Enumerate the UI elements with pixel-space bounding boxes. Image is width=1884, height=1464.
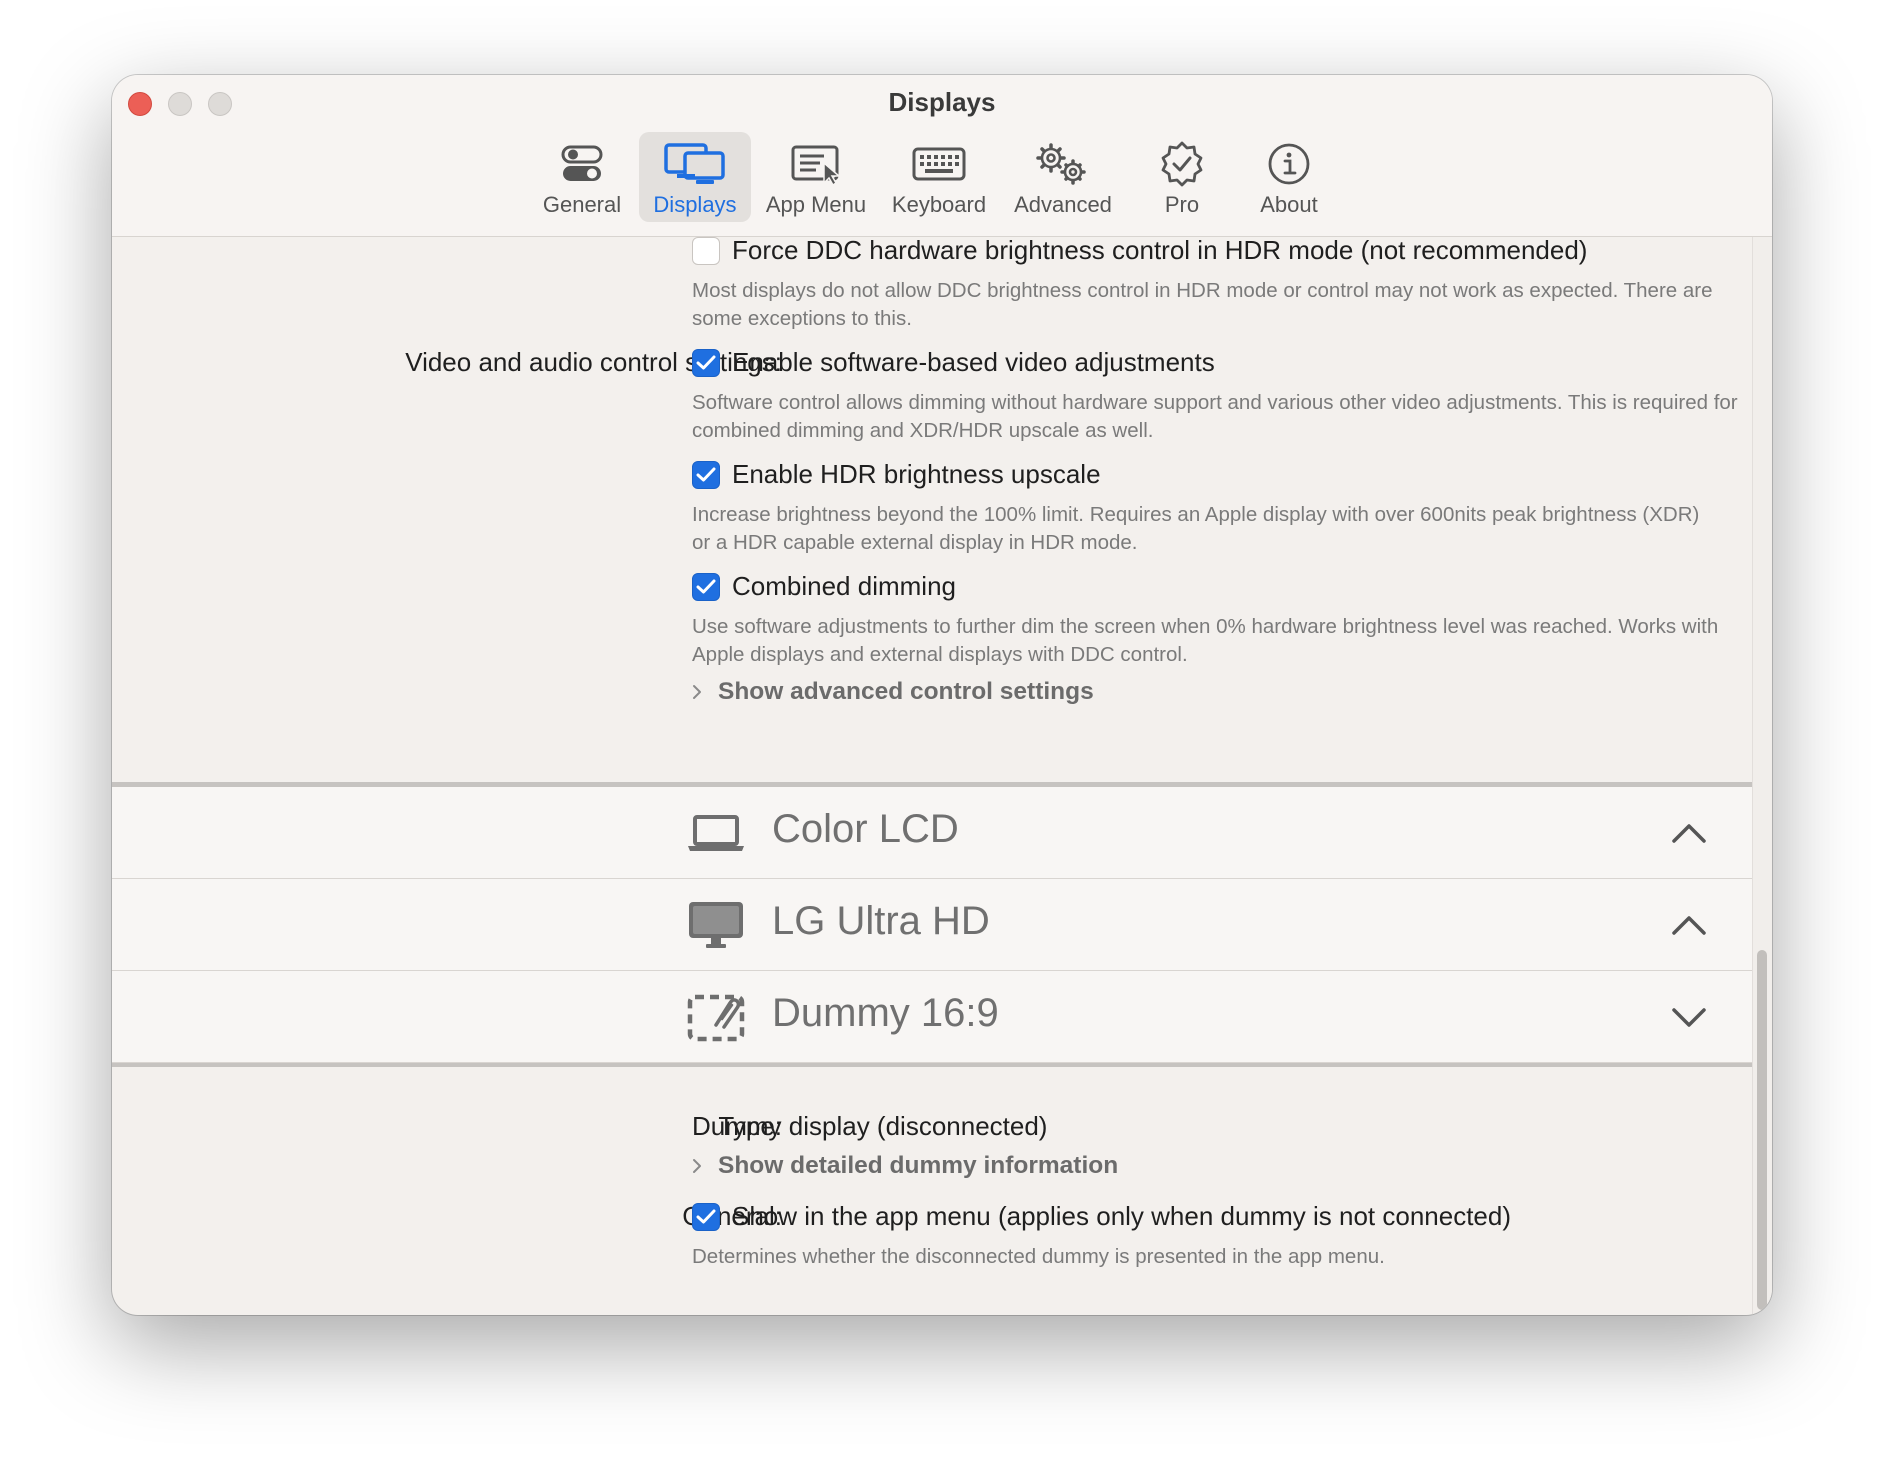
tab-keyboard-label: Keyboard [891,192,987,217]
show-advanced-control-disclosure[interactable]: Show advanced control settings [692,678,1094,706]
combined-dimming-checkbox[interactable] [692,573,720,601]
laptop-icon [686,805,746,861]
tab-general-label: General [542,192,622,217]
show-in-app-menu-label[interactable]: Show in the app menu (applies only when … [732,1201,1511,1232]
tab-app-menu[interactable]: App Menu [757,132,875,222]
show-in-app-menu-description: Determines whether the disconnected dumm… [692,1245,1385,1268]
hdr-upscale-checkbox[interactable] [692,461,720,489]
combined-dimming-description: Use software adjustments to further dim … [692,615,1719,666]
tab-about-label: About [1260,192,1318,217]
keyboard-icon [907,138,971,190]
chevron-up-icon[interactable] [1669,909,1709,941]
show-advanced-control-label: Show advanced control settings [718,678,1094,705]
monitor-icon [686,897,746,953]
display-row-lg-ultra-hd[interactable]: LG Ultra HD [112,879,1752,971]
preferences-window: Displays General Displays App Menu Keybo… [112,75,1772,1315]
chevron-up-icon[interactable] [1669,817,1709,849]
preferences-toolbar: General Displays App Menu Keyboard Advan… [112,132,1772,222]
force-ddc-description: Most displays do not allow DDC brightnes… [692,279,1713,330]
display-row-color-lcd[interactable]: Color LCD [112,787,1752,879]
tab-app-menu-label: App Menu [765,192,867,217]
tab-about[interactable]: About [1244,132,1334,222]
dummy-display-icon [686,989,746,1045]
tab-general[interactable]: General [532,132,632,222]
display-row-dummy[interactable]: Dummy 16:9 [112,971,1752,1063]
gears-icon [1031,138,1095,190]
software-video-description: Software control allows dimming without … [692,391,1738,442]
toggles-icon [550,138,614,190]
tab-displays[interactable]: Displays [639,132,751,222]
show-in-app-menu-checkbox[interactable] [692,1203,720,1231]
chevron-right-icon [692,1156,706,1176]
tab-keyboard[interactable]: Keyboard [884,132,994,222]
scrollbar-thumb[interactable] [1757,950,1767,1310]
checkmark-icon [696,467,716,482]
software-video-label[interactable]: Enable software-based video adjustments [732,347,1215,378]
force-ddc-checkbox[interactable] [692,237,720,265]
settings-content: Force DDC hardware brightness control in… [112,235,1752,1315]
checkmark-icon [696,1209,716,1224]
show-dummy-info-label: Show detailed dummy information [718,1152,1119,1179]
tab-displays-label: Displays [653,192,737,217]
checkmark-icon [696,579,716,594]
seal-check-icon [1150,138,1214,190]
tab-advanced-label: Advanced [1014,192,1112,217]
show-dummy-info-disclosure[interactable]: Show detailed dummy information [692,1152,1118,1180]
title-bar: Displays General Displays App Menu Keybo… [112,75,1772,237]
type-value: Dummy display (disconnected) [692,1111,1048,1141]
tab-pro-label: Pro [1164,192,1200,217]
force-ddc-label[interactable]: Force DDC hardware brightness control in… [732,235,1587,266]
checkmark-icon [696,355,716,370]
video-audio-row-label: Video and audio control settings: [405,347,782,377]
app-menu-icon [784,138,848,190]
chevron-down-icon[interactable] [1669,1001,1709,1033]
window-title: Displays [888,87,996,117]
display-name-lg-ultra-hd: LG Ultra HD [772,899,990,943]
displays-icon [663,138,727,190]
tab-advanced[interactable]: Advanced [1002,132,1124,222]
display-name-dummy: Dummy 16:9 [772,991,999,1035]
section-divider [112,1063,1752,1067]
info-icon [1257,138,1321,190]
chevron-right-icon [692,682,706,702]
combined-dimming-label[interactable]: Combined dimming [732,571,956,602]
tab-pro[interactable]: Pro [1137,132,1227,222]
hdr-upscale-description: Increase brightness beyond the 100% limi… [692,503,1700,554]
display-name-color-lcd: Color LCD [772,807,959,851]
hdr-upscale-label[interactable]: Enable HDR brightness upscale [732,459,1101,490]
software-video-checkbox[interactable] [692,349,720,377]
